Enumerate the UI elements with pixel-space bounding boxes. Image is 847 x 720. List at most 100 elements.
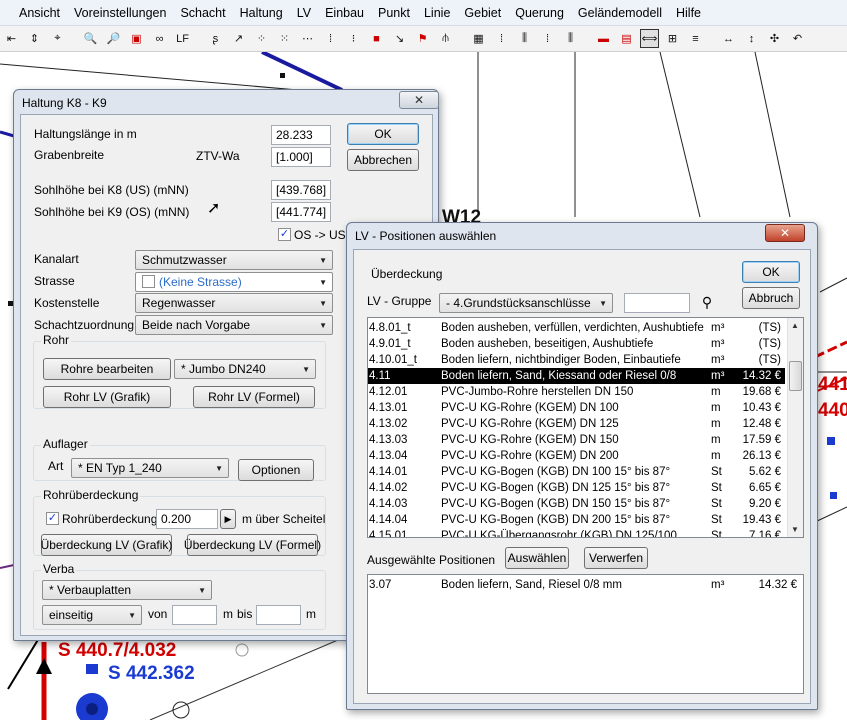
lv-list-row[interactable]: 4.13.03 PVC-U KG-Rohre (KGEM) DN 150 m 17.5… bbox=[368, 432, 785, 448]
lv-list-scrollbar[interactable]: ▲ ▼ bbox=[787, 318, 803, 537]
verwerfen-button[interactable]: Verwerfen bbox=[584, 547, 648, 569]
rohr-lv-formel-button[interactable]: Rohr LV (Formel) bbox=[193, 386, 315, 408]
tool1-icon[interactable]: ▦ bbox=[469, 29, 488, 48]
schacht-select[interactable]: Beide nach Vorgabe ▼ bbox=[135, 315, 333, 335]
vertical-arrows-icon[interactable]: ↕ bbox=[742, 29, 761, 48]
cancel-button[interactable]: Abbrechen bbox=[347, 149, 419, 171]
lv-ok-button[interactable]: OK bbox=[742, 261, 800, 283]
stack-icon[interactable]: ≡ bbox=[686, 29, 705, 48]
lv-abbruch-button[interactable]: Abbruch bbox=[742, 287, 800, 309]
lv-list-row[interactable]: 4.15.01 PVC-U KG-Übergangsrohr (KGB) DN 1… bbox=[368, 528, 785, 537]
rohr-type-select[interactable]: * Jumbo DN240 ▼ bbox=[174, 359, 316, 379]
lv-list-row[interactable]: 4.13.02 PVC-U KG-Rohre (KGEM) DN 125 m 12.4… bbox=[368, 416, 785, 432]
graben-field[interactable]: [1.000] bbox=[271, 147, 331, 167]
lv-positions-list[interactable]: 4.8.01_t Boden ausheben, verfüllen, verdi… bbox=[367, 317, 804, 538]
insert-icon[interactable]: ⇤ bbox=[2, 29, 21, 48]
menu-ansicht[interactable]: Ansicht bbox=[12, 0, 67, 26]
ok-button[interactable]: OK bbox=[347, 123, 419, 145]
move-updown-icon[interactable]: ⇕ bbox=[25, 29, 44, 48]
kanalart-select[interactable]: Schmutzwasser ▼ bbox=[135, 250, 333, 270]
strasse-checkbox[interactable] bbox=[142, 275, 155, 288]
ueberdeckung-checkbox[interactable]: ✓ bbox=[46, 512, 59, 525]
arrow-box-icon[interactable]: ⟺ bbox=[640, 29, 659, 48]
grid2-icon[interactable]: ⁞ bbox=[321, 29, 340, 48]
lf-icon[interactable]: LF bbox=[173, 29, 192, 48]
select-area-icon[interactable]: ⁙ bbox=[275, 29, 294, 48]
page-red-icon[interactable]: ▤ bbox=[617, 29, 636, 48]
lv-list-row[interactable]: 4.14.04 PVC-U KG-Bogen (KGB) DN 200 15° b… bbox=[368, 512, 785, 528]
shaft-red-icon[interactable]: ■ bbox=[367, 29, 386, 48]
lv-search-input[interactable] bbox=[624, 293, 690, 313]
pick-icon[interactable]: ⌖ bbox=[48, 29, 67, 48]
tool3-icon[interactable]: ⫼ bbox=[515, 29, 534, 48]
optionen-button[interactable]: Optionen bbox=[238, 459, 314, 481]
lv-list-row[interactable]: 4.12.01 PVC-Jumbo-Rohre herstellen DN 150… bbox=[368, 384, 785, 400]
menu-haltung[interactable]: Haltung bbox=[233, 0, 290, 26]
lv-list-row[interactable]: 4.13.04 PVC-U KG-Rohre (KGEM) DN 200 m 26.1… bbox=[368, 448, 785, 464]
scroll-down-icon[interactable]: ▼ bbox=[791, 525, 799, 534]
lv-list-row[interactable]: 4.10.01_t Boden liefern, nichtbindiger Bo… bbox=[368, 352, 785, 368]
menu-gebiet[interactable]: Gebiet bbox=[457, 0, 508, 26]
kostenstelle-select[interactable]: Regenwasser ▼ bbox=[135, 293, 333, 313]
tool2-icon[interactable]: ⁞ bbox=[492, 29, 511, 48]
menu-hilfe[interactable]: Hilfe bbox=[669, 0, 708, 26]
scroll-up-icon[interactable]: ▲ bbox=[791, 321, 799, 330]
rohr-lv-grafik-button[interactable]: Rohr LV (Grafik) bbox=[43, 386, 171, 408]
bis-field[interactable] bbox=[256, 605, 301, 625]
view-icon[interactable]: ∞ bbox=[150, 29, 169, 48]
menu-geländemodell[interactable]: Geländemodell bbox=[571, 0, 669, 26]
minus-red-icon[interactable]: ▬ bbox=[594, 29, 613, 48]
length-field[interactable]: 28.233 bbox=[271, 125, 331, 145]
sohle-os-field[interactable]: [441.774] bbox=[271, 202, 331, 222]
ueberdeckung-lv-formel-button[interactable]: Überdeckung LV (Formel) bbox=[184, 534, 321, 556]
grid-icon[interactable]: ⋯ bbox=[298, 29, 317, 48]
menu-voreinstellungen[interactable]: Voreinstellungen bbox=[67, 0, 173, 26]
menu-lv[interactable]: LV bbox=[290, 0, 318, 26]
menu-schacht[interactable]: Schacht bbox=[173, 0, 232, 26]
menu-punkt[interactable]: Punkt bbox=[371, 0, 417, 26]
sohle-us-field[interactable]: [439.768] bbox=[271, 180, 331, 200]
horizontal-arrows-icon[interactable]: ↔ bbox=[719, 29, 738, 48]
binoculars-icon[interactable]: ⚲ bbox=[696, 294, 718, 312]
flag-red-icon[interactable]: ⚑ bbox=[413, 29, 432, 48]
ueberdeckung-lv-grafik-button[interactable]: Überdeckung LV (Grafik) bbox=[41, 534, 172, 556]
selected-positions-list[interactable]: 3.07 Boden liefern, Sand, Riesel 0/8 mm m³… bbox=[367, 574, 804, 694]
zoom-window-icon[interactable]: ▣ bbox=[127, 29, 146, 48]
tool4-icon[interactable]: ⁞ bbox=[538, 29, 557, 48]
lv-close-button[interactable]: ✕ bbox=[765, 224, 805, 242]
lv-list-row[interactable]: 4.13.01 PVC-U KG-Rohre (KGEM) DN 100 m 10.4… bbox=[368, 400, 785, 416]
ueberdeckung-field[interactable]: 0.200 bbox=[156, 509, 218, 529]
arrow2-icon[interactable]: ↘ bbox=[390, 29, 409, 48]
verbau-type-select[interactable]: * Verbauplatten ▼ bbox=[42, 580, 212, 600]
lv-list-row[interactable]: 4.14.02 PVC-U KG-Bogen (KGB) DN 125 15° b… bbox=[368, 480, 785, 496]
arrow-icon[interactable]: ↗ bbox=[229, 29, 248, 48]
strasse-select[interactable]: (Keine Strasse) ▼ bbox=[135, 272, 333, 292]
selected-list-row[interactable]: 3.07 Boden liefern, Sand, Riesel 0/8 mm m³… bbox=[368, 577, 801, 593]
menu-querung[interactable]: Querung bbox=[508, 0, 571, 26]
crosshair-icon[interactable]: ✣ bbox=[765, 29, 784, 48]
menu-einbau[interactable]: Einbau bbox=[318, 0, 371, 26]
scroll-thumb[interactable] bbox=[789, 361, 802, 391]
lv-list-row[interactable]: 4.14.01 PVC-U KG-Bogen (KGB) DN 100 15° b… bbox=[368, 464, 785, 480]
zoom-out-icon[interactable]: 🔍 bbox=[81, 29, 100, 48]
lv-list-row[interactable]: 4.11 Boden liefern, Sand, Kiessand oder R… bbox=[368, 368, 785, 384]
os-us-checkbox[interactable]: ✓ bbox=[278, 228, 291, 241]
menu-linie[interactable]: Linie bbox=[417, 0, 457, 26]
auflager-art-select[interactable]: * EN Typ 1_240 ▼ bbox=[71, 458, 229, 478]
sigma-icon[interactable]: ʂ bbox=[206, 29, 225, 48]
zoom-in-icon[interactable]: 🔎 bbox=[104, 29, 123, 48]
lv-gruppe-select[interactable]: - 4.Grundstücksanschlüsse ▼ bbox=[439, 293, 613, 313]
grid3-icon[interactable]: ⁝ bbox=[344, 29, 363, 48]
fb-icon[interactable]: ⊞ bbox=[663, 29, 682, 48]
fork-icon[interactable]: ⫛ bbox=[436, 29, 455, 48]
rohre-bearbeiten-button[interactable]: Rohre bearbeiten bbox=[43, 358, 171, 380]
verbau-side-select[interactable]: einseitig ▼ bbox=[42, 605, 142, 625]
lv-list-row[interactable]: 4.8.01_t Boden ausheben, verfüllen, verdi… bbox=[368, 320, 785, 336]
von-field[interactable] bbox=[172, 605, 217, 625]
tool5-icon[interactable]: ⫼ bbox=[561, 29, 580, 48]
ueberdeckung-spin-button[interactable]: ▶ bbox=[220, 509, 236, 529]
undo-icon[interactable]: ↶ bbox=[788, 29, 807, 48]
lv-list-row[interactable]: 4.9.01_t Boden ausheben, beseitigen, Aush… bbox=[368, 336, 785, 352]
select-icon[interactable]: ⁘ bbox=[252, 29, 271, 48]
haltung-close-button[interactable]: ✕ bbox=[399, 91, 439, 109]
